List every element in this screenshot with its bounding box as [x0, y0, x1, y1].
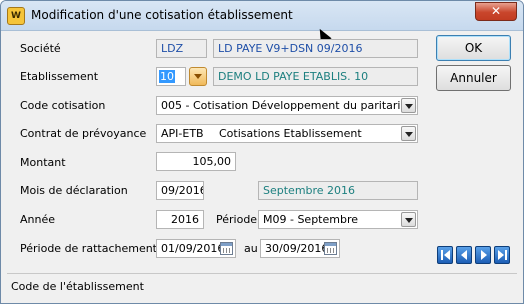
contrat-prevoyance-label: Contrat de prévoyance: [20, 127, 147, 140]
rattachement-from-input[interactable]: 01/09/2016: [156, 239, 236, 258]
first-record-icon[interactable]: [437, 246, 453, 264]
status-bar: Code de l'établissement: [7, 273, 517, 300]
rattachement-to-input[interactable]: 30/09/2016: [260, 239, 340, 258]
etablissement-code-value: 10: [159, 70, 175, 83]
rattachement-to-value: 30/09/2016: [265, 242, 329, 255]
etablissement-label: Etablissement: [20, 70, 99, 83]
societe-code-field: LDZ: [156, 39, 207, 58]
periode-label: Période: [216, 213, 258, 226]
mois-declaration-text: Septembre 2016: [258, 181, 418, 200]
societe-label: Société: [20, 42, 61, 55]
chevron-down-icon[interactable]: [401, 212, 416, 227]
montant-input[interactable]: 105,00: [156, 152, 236, 171]
previous-record-icon[interactable]: [456, 246, 472, 264]
mois-declaration-label: Mois de déclaration: [20, 184, 128, 197]
code-cotisation-select[interactable]: 005 - Cotisation Développement du parita…: [156, 96, 418, 115]
etablissement-lookup-button[interactable]: [189, 67, 207, 86]
rattachement-from-value: 01/09/2016: [161, 242, 225, 255]
etablissement-code-input[interactable]: 10: [156, 67, 186, 86]
annee-input[interactable]: 2016: [156, 210, 204, 229]
chevron-down-icon[interactable]: [401, 126, 416, 141]
status-text: Code de l'établissement: [11, 280, 144, 293]
close-button[interactable]: ✕: [475, 2, 517, 21]
dialog-window: W Modification d'une cotisation établiss…: [0, 0, 524, 304]
rattachement-au-label: au: [244, 242, 258, 255]
code-cotisation-label: Code cotisation: [20, 99, 106, 112]
periode-value: M09 - Septembre: [263, 213, 359, 226]
societe-name-field: LD PAYE V9+DSN 09/2016: [213, 39, 418, 58]
mois-declaration-input[interactable]: 09/2016: [156, 181, 204, 200]
etablissement-name-field: DEMO LD PAYE ETABLIS. 10: [213, 67, 418, 86]
contrat-prevoyance-name: Cotisations Etablissement: [219, 127, 362, 140]
calendar-icon[interactable]: [324, 242, 337, 255]
calendar-icon[interactable]: [220, 242, 233, 255]
code-cotisation-value: 005 - Cotisation Développement du parita…: [161, 99, 418, 112]
chevron-down-icon[interactable]: [401, 98, 416, 113]
annee-label: Année: [20, 213, 56, 226]
title-bar: W Modification d'une cotisation établiss…: [1, 1, 523, 31]
annuler-button[interactable]: Annuler: [436, 65, 511, 91]
periode-select[interactable]: M09 - Septembre: [258, 210, 418, 229]
next-record-icon[interactable]: [475, 246, 491, 264]
window-title: Modification d'une cotisation établissem…: [31, 8, 293, 22]
app-icon: W: [7, 7, 25, 25]
contrat-prevoyance-code: API-ETB: [161, 127, 204, 140]
last-record-icon[interactable]: [494, 246, 510, 264]
montant-label: Montant: [20, 156, 66, 169]
periode-rattachement-label: Période de rattachement du: [20, 242, 175, 255]
contrat-prevoyance-select[interactable]: API-ETB Cotisations Etablissement: [156, 124, 418, 143]
ok-button[interactable]: OK: [436, 35, 511, 61]
